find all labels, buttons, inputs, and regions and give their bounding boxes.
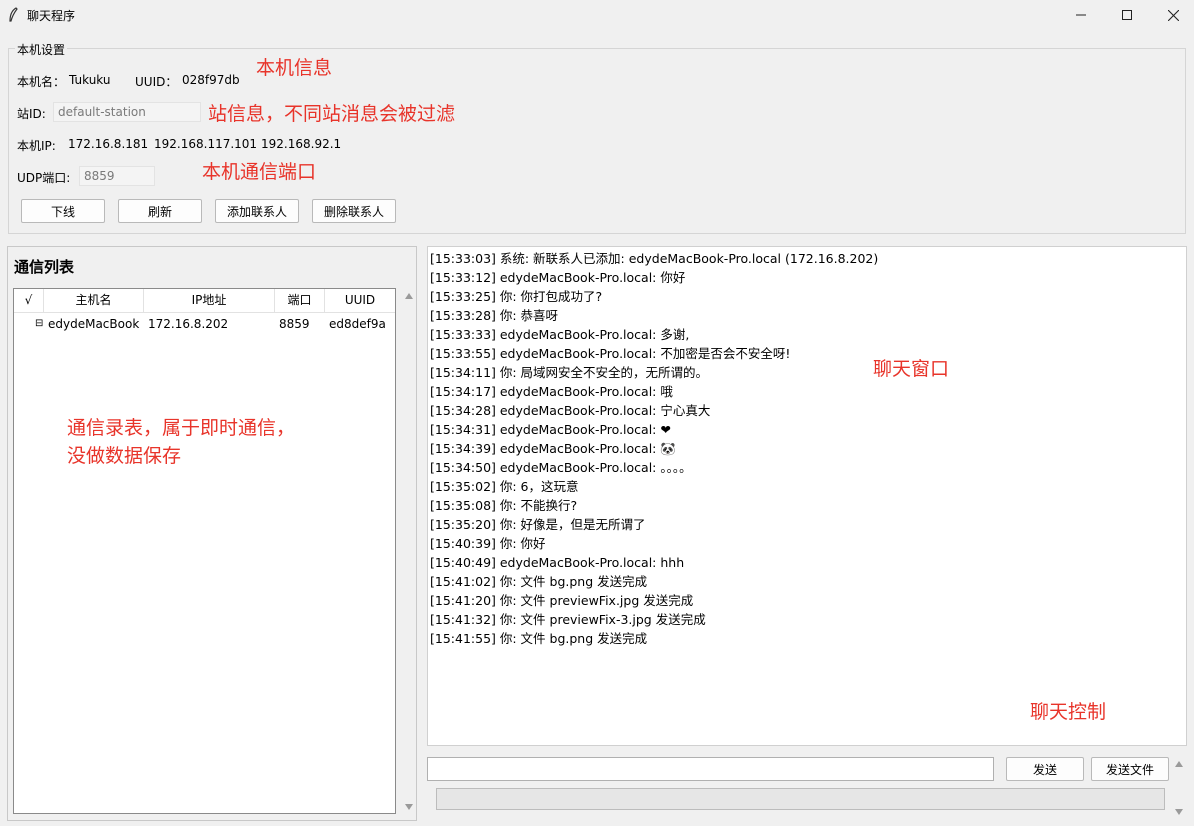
chat-message: [15:33:33] edydeMacBook-Pro.local: 多谢, (430, 327, 690, 342)
column-ip[interactable]: IP地址 (144, 289, 275, 313)
column-check[interactable]: √ (14, 289, 44, 313)
file-progress-bar (436, 788, 1165, 810)
table-row[interactable]: ⊟ edydeMacBook 172.16.8.202 8859 ed8def9… (14, 314, 395, 336)
local-settings-group: 本机设置 本机名： Tukuku UUID： 028f97db 站ID: def… (8, 41, 1186, 234)
delete-contact-button[interactable]: 删除联系人 (312, 199, 396, 223)
chat-message: [15:40:49] edydeMacBook-Pro.local: hhh (430, 555, 685, 570)
chat-message: [15:33:25] 你: 你打包成功了? (430, 289, 603, 304)
row-uuid: ed8def9a (329, 317, 386, 331)
annotation-list-note-2: 没做数据保存 (67, 445, 182, 467)
column-port[interactable]: 端口 (275, 289, 325, 313)
uuid-value: 028f97db (182, 73, 240, 87)
chat-message: [15:34:50] edydeMacBook-Pro.local: 。。。。 (430, 460, 692, 475)
chat-message: [15:34:31] edydeMacBook-Pro.local: ❤ (430, 422, 671, 437)
message-input[interactable] (427, 757, 994, 781)
contact-table[interactable]: √ 主机名 IP地址 端口 UUID ⊟ edydeMacBook 172.16… (13, 288, 396, 814)
chat-message: [15:34:28] edydeMacBook-Pro.local: 宁心真大 (430, 403, 711, 418)
chat-message: [15:33:12] edydeMacBook-Pro.local: 你好 (430, 270, 686, 285)
station-id-field[interactable]: default-station (53, 102, 201, 122)
chat-message: [15:34:17] edydeMacBook-Pro.local: 哦 (430, 384, 673, 399)
hostname-value: Tukuku (69, 73, 111, 87)
chat-message: [15:33:55] edydeMacBook-Pro.local: 不加密是否… (430, 346, 791, 361)
row-hostname: edydeMacBook (48, 317, 140, 331)
maximize-button[interactable] (1104, 0, 1150, 30)
close-button[interactable] (1150, 0, 1194, 30)
contact-list-panel: 通信列表 √ 主机名 IP地址 端口 UUID ⊟ edydeMacBook 1… (7, 246, 417, 821)
chat-message: [15:35:02] 你: 6，这玩意 (430, 479, 579, 494)
column-uuid[interactable]: UUID (325, 289, 395, 313)
control-scrollbar[interactable] (1172, 757, 1186, 819)
local-ip-2: 192.168.117.101 (154, 137, 258, 151)
scroll-up-icon[interactable] (1175, 761, 1183, 767)
chat-message: [15:40:39] 你: 你好 (430, 536, 546, 551)
settings-legend: 本机设置 (15, 41, 68, 58)
offline-button[interactable]: 下线 (21, 199, 105, 223)
uuid-label: UUID： (135, 75, 178, 89)
maximize-icon (1122, 10, 1132, 20)
send-file-button[interactable]: 发送文件 (1091, 757, 1169, 781)
contact-list-title: 通信列表 (14, 258, 75, 276)
chat-message: [15:35:20] 你: 好像是，但是无所谓了 (430, 517, 646, 532)
row-ip: 172.16.8.202 (148, 317, 229, 331)
chat-message: [15:41:20] 你: 文件 previewFix.jpg 发送完成 (430, 593, 694, 608)
window-title: 聊天程序 (27, 9, 76, 23)
contact-list-scrollbar[interactable] (402, 288, 416, 814)
annotation-local-info: 本机信息 (256, 57, 333, 79)
chat-message: [15:34:11] 你: 局域网安全不安全的，无所谓的。 (430, 365, 709, 380)
contact-table-header: √ 主机名 IP地址 端口 UUID (14, 289, 395, 313)
chat-message: [15:41:02] 你: 文件 bg.png 发送完成 (430, 574, 648, 589)
title-bar: 聊天程序 (0, 0, 1194, 30)
udp-port-label: UDP端口: (17, 171, 71, 185)
annotation-list-note-1: 通信录表，属于即时通信， (67, 417, 296, 439)
row-expand-icon[interactable]: ⊟ (35, 318, 43, 329)
local-ip-label: 本机IP: (17, 139, 56, 153)
chat-message: [15:33:03] 系统: 新联系人已添加: edydeMacBook-Pro… (430, 251, 879, 266)
chat-log[interactable]: [15:33:03] 系统: 新联系人已添加: edydeMacBook-Pro… (427, 246, 1187, 746)
scroll-down-icon[interactable] (405, 804, 413, 810)
chat-message: [15:41:55] 你: 文件 bg.png 发送完成 (430, 631, 648, 646)
annotation-chat-control: 聊天控制 (1030, 701, 1107, 723)
local-ip-3: 192.168.92.1 (261, 137, 342, 151)
close-icon (1167, 9, 1179, 21)
refresh-button[interactable]: 刷新 (118, 199, 202, 223)
row-port: 8859 (279, 317, 310, 331)
chat-message: [15:33:28] 你: 恭喜呀 (430, 308, 559, 323)
annotation-station-info: 站信息，不同站消息会被过滤 (208, 103, 456, 125)
chat-message: [15:34:39] edydeMacBook-Pro.local: 🐼 (430, 441, 676, 456)
udp-port-field[interactable]: 8859 (79, 166, 155, 186)
station-label: 站ID: (17, 107, 46, 121)
minimize-icon (1076, 14, 1086, 16)
feather-icon (9, 7, 18, 22)
send-button[interactable]: 发送 (1006, 757, 1084, 781)
add-contact-button[interactable]: 添加联系人 (215, 199, 299, 223)
local-ip-1: 172.16.8.181 (68, 137, 149, 151)
chat-message: [15:41:32] 你: 文件 previewFix-3.jpg 发送完成 (430, 612, 706, 627)
scroll-up-icon[interactable] (405, 293, 413, 299)
column-hostname[interactable]: 主机名 (44, 289, 144, 313)
chat-message: [15:35:08] 你: 不能换行? (430, 498, 578, 513)
annotation-chat-window: 聊天窗口 (873, 358, 950, 380)
annotation-port-info: 本机通信端口 (202, 161, 317, 183)
scroll-down-icon[interactable] (1175, 809, 1183, 815)
hostname-label: 本机名： (17, 75, 66, 89)
minimize-button[interactable] (1058, 0, 1104, 30)
